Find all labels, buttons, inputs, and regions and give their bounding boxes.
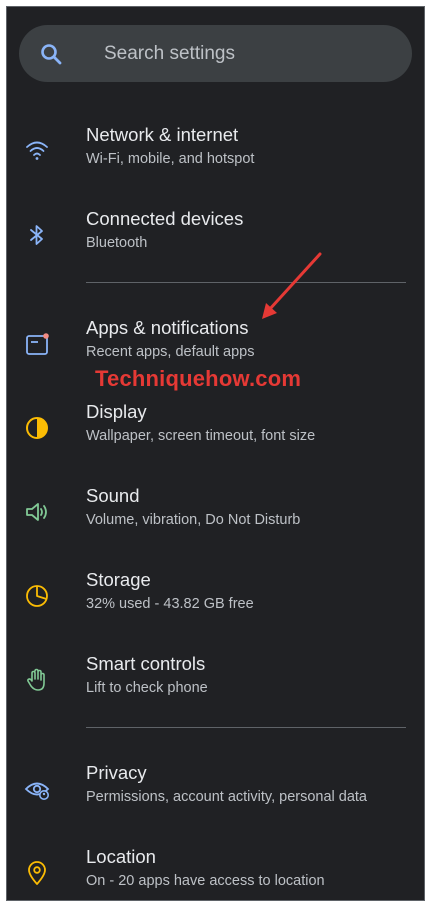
settings-item-location[interactable]: Location On - 20 apps have access to loc…	[7, 845, 424, 900]
watermark-text: Techniquehow.com	[95, 366, 302, 391]
settings-item-connected-devices[interactable]: Connected devices Bluetooth	[7, 207, 424, 279]
settings-item-subtitle: Permissions, account activity, personal …	[86, 789, 368, 805]
privacy-icon	[24, 782, 50, 800]
settings-screen: Search settings Network & internet Wi-Fi…	[6, 6, 425, 901]
sound-icon	[26, 503, 47, 521]
bluetooth-icon	[30, 225, 43, 245]
settings-item-title: Privacy	[86, 762, 147, 783]
settings-item-subtitle: Wi-Fi, mobile, and hotspot	[86, 151, 255, 167]
search-bar[interactable]: Search settings	[19, 25, 412, 82]
settings-item-sound[interactable]: Sound Volume, vibration, Do Not Disturb	[7, 484, 424, 556]
apps-notifications-icon	[26, 333, 49, 355]
display-icon	[26, 417, 48, 439]
wifi-icon	[26, 141, 48, 160]
settings-item-subtitle: On - 20 apps have access to location	[86, 873, 325, 889]
location-icon	[28, 861, 46, 885]
settings-item-network[interactable]: Network & internet Wi-Fi, mobile, and ho…	[7, 123, 424, 195]
settings-item-title: Apps & notifications	[86, 317, 249, 338]
divider	[86, 282, 406, 283]
hand-icon	[27, 668, 45, 691]
search-placeholder: Search settings	[104, 43, 235, 64]
settings-item-subtitle: 32% used - 43.82 GB free	[86, 596, 254, 612]
settings-item-storage[interactable]: Storage 32% used - 43.82 GB free	[7, 568, 424, 640]
settings-item-subtitle: Bluetooth	[86, 235, 148, 251]
settings-item-title: Connected devices	[86, 208, 244, 229]
divider	[86, 727, 406, 728]
settings-item-smart-controls[interactable]: Smart controls Lift to check phone	[7, 652, 424, 724]
settings-item-title: Location	[86, 846, 156, 867]
settings-item-subtitle: Lift to check phone	[86, 680, 208, 696]
settings-item-privacy[interactable]: Privacy Permissions, account activity, p…	[7, 761, 424, 833]
settings-item-subtitle: Wallpaper, screen timeout, font size	[86, 428, 316, 444]
settings-item-display[interactable]: Display Wallpaper, screen timeout, font …	[7, 400, 424, 472]
settings-item-subtitle: Recent apps, default apps	[86, 344, 255, 360]
storage-icon	[26, 585, 48, 607]
search-icon	[41, 44, 62, 65]
settings-item-title: Network & internet	[86, 124, 239, 145]
settings-item-subtitle: Volume, vibration, Do Not Disturb	[86, 512, 301, 528]
settings-item-title: Sound	[86, 485, 140, 506]
settings-item-title: Display	[86, 401, 147, 422]
settings-item-title: Smart controls	[86, 653, 206, 674]
settings-item-title: Storage	[86, 569, 151, 590]
